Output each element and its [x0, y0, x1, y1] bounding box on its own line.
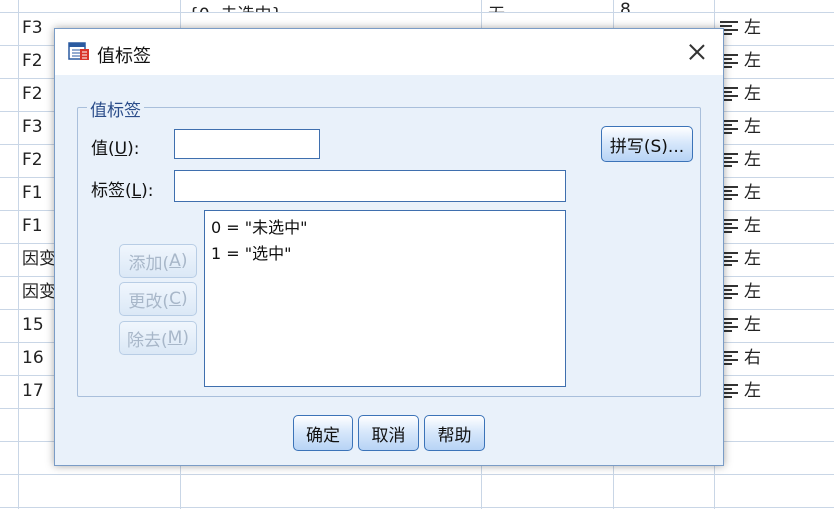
align-label: 左 — [744, 150, 761, 170]
grid-cell-name[interactable]: F3 — [22, 117, 43, 137]
label-input[interactable] — [174, 170, 566, 202]
grid-cell-name[interactable]: F3 — [22, 18, 43, 38]
align-label: 左 — [744, 249, 761, 269]
grid-cell-align[interactable]: 左 — [720, 249, 761, 269]
cancel-button[interactable]: 取消 — [358, 415, 419, 451]
grid-cell-partial-c4: 8 — [620, 0, 631, 12]
remove-button[interactable]: 除去(M) — [119, 321, 197, 355]
close-icon[interactable] — [683, 38, 711, 66]
grid-cell-align[interactable]: 左 — [720, 117, 761, 137]
grid-cell-partial-name: {0, 未选中}... — [188, 0, 298, 12]
align-label: 左 — [744, 51, 761, 71]
align-label: 左 — [744, 282, 761, 302]
align-label: 左 — [744, 84, 761, 104]
grid-cell-align[interactable]: 右 — [720, 348, 761, 368]
grid-cell-name[interactable]: F2 — [22, 51, 43, 71]
list-item[interactable]: 1 = "选中" — [211, 241, 559, 267]
add-button[interactable]: 添加(A) — [119, 244, 197, 278]
grid-cell-name[interactable]: 15 — [22, 315, 44, 335]
grid-cell-align[interactable]: 左 — [720, 150, 761, 170]
grid-cell-partial-c3: 无 — [488, 0, 505, 12]
dialog-titlebar: 值标签 — [55, 29, 723, 75]
grid-cell-name[interactable]: 因变 — [22, 249, 56, 269]
grid-cell-align[interactable]: 左 — [720, 84, 761, 104]
dialog-title: 值标签 — [97, 46, 151, 67]
align-label: 左 — [744, 315, 761, 335]
grid-cell-name[interactable]: 16 — [22, 348, 44, 368]
spell-button[interactable]: 拼写(S)... — [601, 126, 693, 162]
grid-cell-align[interactable]: 左 — [720, 315, 761, 335]
grid-cell-align[interactable]: 左 — [720, 216, 761, 236]
value-labels-dialog: 值标签 值标签 值(U): 标签(L): 拼写(S)... 添加(A) 更改(C… — [54, 28, 724, 466]
value-labels-app-icon — [68, 42, 89, 60]
help-button[interactable]: 帮助 — [424, 415, 485, 451]
align-label: 左 — [744, 117, 761, 137]
grid-cell-align[interactable]: 左 — [720, 381, 761, 401]
label-label: 标签(L): — [91, 181, 154, 201]
grid-cell-name[interactable]: F1 — [22, 183, 43, 203]
grid-cell-align[interactable]: 左 — [720, 282, 761, 302]
group-title: 值标签 — [87, 96, 144, 121]
align-label: 左 — [744, 381, 761, 401]
value-labels-list[interactable]: 0 = "未选中" 1 = "选中" — [204, 210, 566, 387]
list-item[interactable]: 0 = "未选中" — [211, 215, 559, 241]
grid-cell-name[interactable]: F2 — [22, 150, 43, 170]
value-label: 值(U): — [91, 139, 140, 159]
change-button[interactable]: 更改(C) — [119, 282, 197, 316]
align-label: 左 — [744, 183, 761, 203]
grid-cell-name[interactable]: 因变 — [22, 282, 56, 302]
ok-button[interactable]: 确定 — [293, 415, 353, 451]
grid-cell-name[interactable]: 17 — [22, 381, 44, 401]
align-label: 左 — [744, 18, 761, 38]
grid-cell-align[interactable]: 左 — [720, 183, 761, 203]
value-input[interactable] — [174, 129, 320, 159]
align-label: 左 — [744, 216, 761, 236]
grid-cell-name[interactable]: F1 — [22, 216, 43, 236]
grid-cell-align[interactable]: 左 — [720, 18, 761, 38]
align-label: 右 — [744, 348, 761, 368]
grid-cell-align[interactable]: 左 — [720, 51, 761, 71]
grid-cell-name[interactable]: F2 — [22, 84, 43, 104]
